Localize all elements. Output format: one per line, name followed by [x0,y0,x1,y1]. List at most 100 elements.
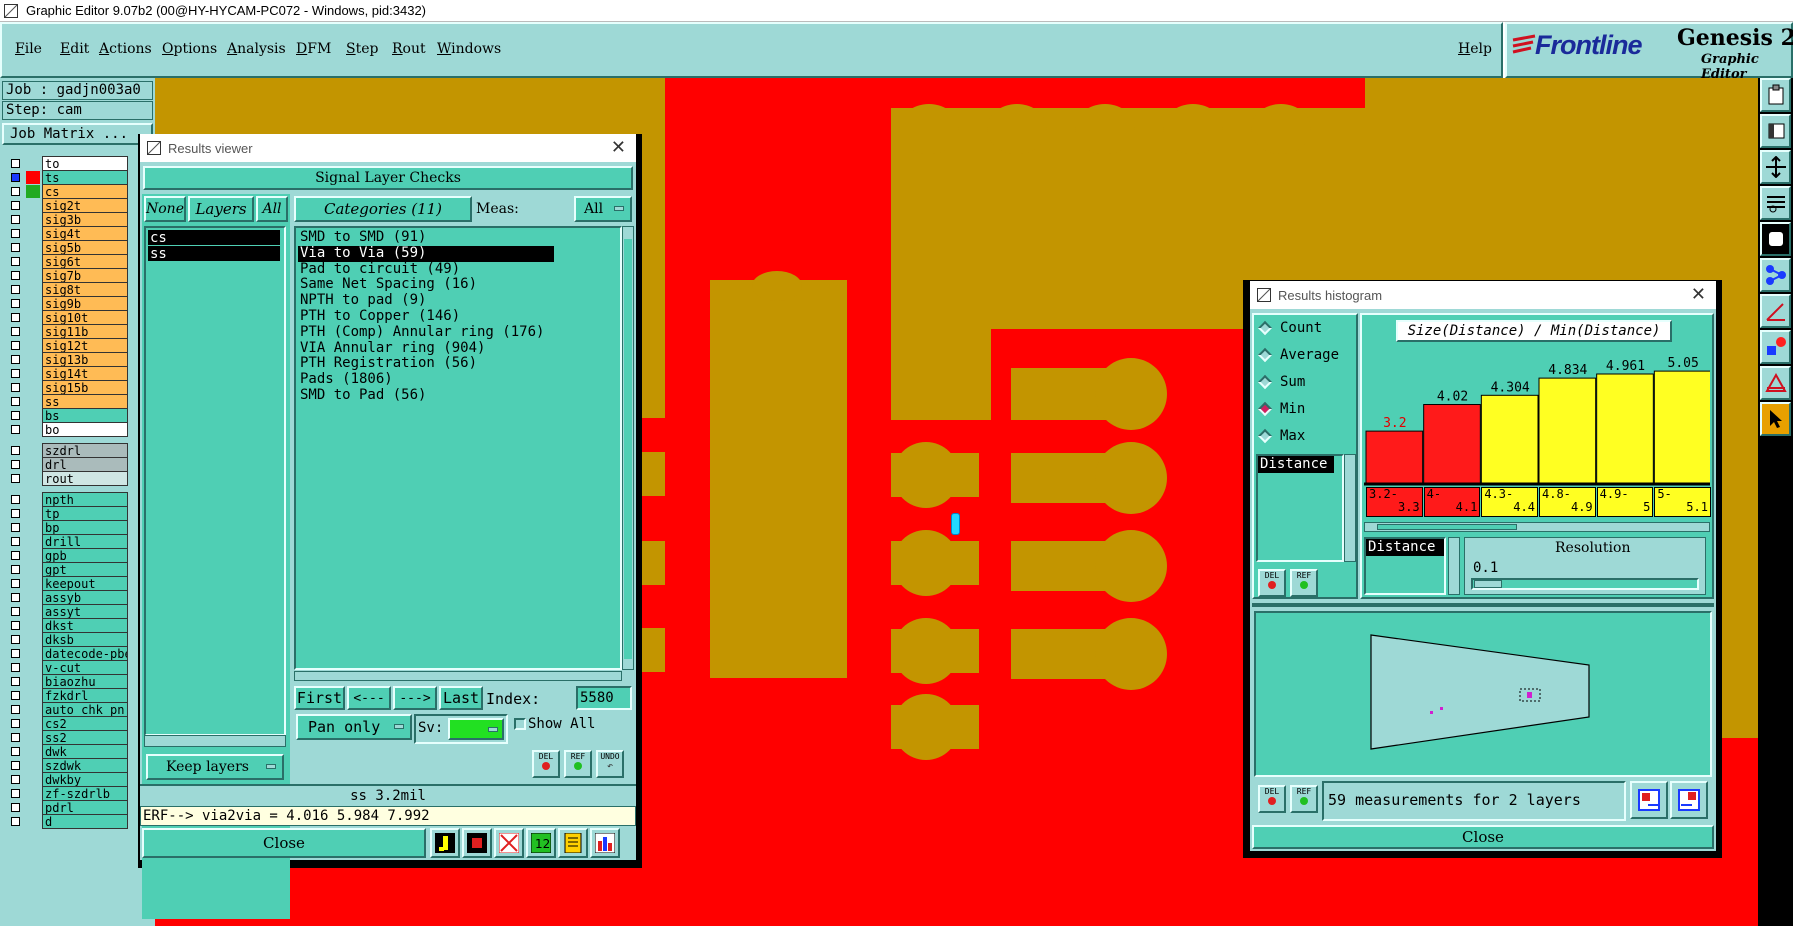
zoom-tool-icon[interactable] [430,828,460,858]
layer-row-sig2t[interactable]: sig2t [4,198,128,213]
layer-row-assyt[interactable]: assyt [4,604,128,619]
prev-button[interactable]: <--- [347,686,391,710]
attribute-list[interactable]: Distance [1256,454,1344,562]
layer-checkbox[interactable] [11,313,20,322]
layer-row-sig12t[interactable]: sig12t [4,338,128,353]
chart-hscrollbar[interactable] [1364,522,1710,532]
layer-checkbox[interactable] [11,607,20,616]
layer-row-npth[interactable]: npth [4,492,128,507]
zoom-all-icon[interactable] [1670,781,1708,819]
close-icon[interactable]: ✕ [611,137,626,158]
layer-row-ss2[interactable]: ss2 [4,730,128,745]
meas-dropdown[interactable]: All [574,196,632,222]
category-list[interactable]: SMD to SMD (91) Via to Via (59) Pad to cir… [294,226,622,670]
keep-layers-dropdown[interactable]: Keep layers [146,754,284,780]
layer-row-cs2[interactable]: cs2 [4,716,128,731]
histogram-bar[interactable] [1596,373,1654,484]
layer-checkbox[interactable] [11,201,20,210]
layer-row-biaozhu[interactable]: biaozhu [4,674,128,689]
menu-analysis[interactable]: Analysis [227,41,286,57]
layer-checkbox[interactable] [11,187,20,196]
category-item[interactable]: Pads (1806) [298,371,616,388]
layers-button[interactable]: Layers [188,196,254,222]
first-button[interactable]: First [294,686,345,710]
layer-row-ss[interactable]: ss [4,394,128,409]
net-tool-icon[interactable] [1760,258,1791,292]
layer-row-bp[interactable]: bp [4,520,128,535]
layer-row-sig11b[interactable]: sig11b [4,324,128,339]
highlight-tool-icon[interactable] [462,828,492,858]
bin-label[interactable]: 3.2- 3.3 [1366,487,1423,517]
bin-label[interactable]: 5- 5.1 [1654,487,1711,517]
categories-hscrollbar[interactable] [294,671,622,681]
layer-checkbox[interactable] [11,635,20,644]
layer-checkbox[interactable] [11,474,20,483]
category-item[interactable]: Same Net Spacing (16) [298,277,616,293]
layer-checkbox[interactable] [11,159,20,168]
layer-checkbox[interactable] [11,355,20,364]
layer-checkbox[interactable] [11,327,20,336]
layer-checkbox[interactable] [11,747,20,756]
close-icon[interactable]: ✕ [1691,284,1706,305]
layer-row-bo[interactable]: bo [4,422,128,437]
window-tool-icon[interactable] [1760,114,1791,148]
layer-row-drl[interactable]: drl [4,457,128,472]
layer-checkbox[interactable] [11,397,20,406]
layer-row-gpb[interactable]: gpb [4,548,128,563]
resolution-attr-item[interactable]: Distance [1366,539,1444,556]
menu-dfm[interactable]: DFM [296,41,331,57]
compare-layers-icon[interactable]: 12 [526,828,556,858]
menu-options[interactable]: Options [162,41,217,57]
histogram-del-button[interactable]: DEL [1258,569,1286,597]
layer-checkbox[interactable] [11,621,20,630]
menu-rout[interactable]: Rout [392,41,426,57]
del-button[interactable]: DEL [532,750,560,778]
layer-checkbox[interactable] [11,523,20,532]
layer-row-dwk[interactable]: dwk [4,744,128,759]
layer-checkbox[interactable] [11,803,20,812]
layer-checkbox[interactable] [11,649,20,658]
categories-button[interactable]: Categories (11) [294,196,472,222]
layer-checkbox[interactable] [11,257,20,266]
category-item[interactable]: VIA Annular ring (904) [298,340,616,357]
sum-radio[interactable]: Sum [1257,371,1305,393]
layer-row-szdrl[interactable]: szdrl [4,443,128,458]
layer-row-rout[interactable]: rout [4,471,128,486]
layer-checkbox[interactable] [11,460,20,469]
bin-label[interactable]: 4.9- 5 [1596,487,1654,517]
category-item[interactable]: PTH Registration (56) [298,356,616,372]
layer-checkbox[interactable] [11,411,20,420]
layer-row-fzkdrl[interactable]: fzkdrl [4,688,128,703]
measure-tool-icon[interactable] [1760,294,1791,328]
menu-step[interactable]: Step [346,41,378,57]
layer-checkbox[interactable] [11,789,20,798]
layer-checkbox[interactable] [11,369,20,378]
layer-checkbox[interactable] [11,229,20,238]
sv-color-dropdown[interactable] [448,718,504,740]
histogram-bar[interactable] [1480,394,1539,484]
drc-tool-icon[interactable] [1760,366,1791,400]
layer-checkbox[interactable] [11,271,20,280]
attribute-scrollbar[interactable] [1344,454,1356,562]
category-item[interactable]: Via to Via (59) [298,245,554,262]
histogram-bar[interactable] [1653,370,1712,484]
layer-checkbox[interactable] [11,775,20,784]
layer-row-keepout[interactable]: keepout [4,576,128,591]
layer-checkbox[interactable] [11,677,20,686]
layer-row-sig4t[interactable]: sig4t [4,226,128,241]
layer-checkbox[interactable] [11,243,20,252]
category-item[interactable]: Pad to circuit (49) [298,261,616,278]
layer-row-auto_chk_pn[interactable]: auto_chk_pn [4,702,128,717]
ref-button[interactable]: REF [564,750,592,778]
resolution-attr-list[interactable]: Distance [1364,537,1446,595]
layer-row-d[interactable]: d [4,814,128,829]
attribute-item[interactable]: Distance [1258,456,1334,473]
menu-actions[interactable]: Actions [99,41,152,57]
layer-row-sig10t[interactable]: sig10t [4,310,128,325]
pointer-tool-icon[interactable] [1760,402,1791,436]
none-button[interactable]: None [144,196,186,222]
layer-row-sig6t[interactable]: sig6t [4,254,128,269]
layer-row-assyb[interactable]: assyb [4,590,128,605]
pan-mode-dropdown[interactable]: Pan only [296,714,412,740]
fit-tool-icon[interactable] [1760,150,1791,184]
